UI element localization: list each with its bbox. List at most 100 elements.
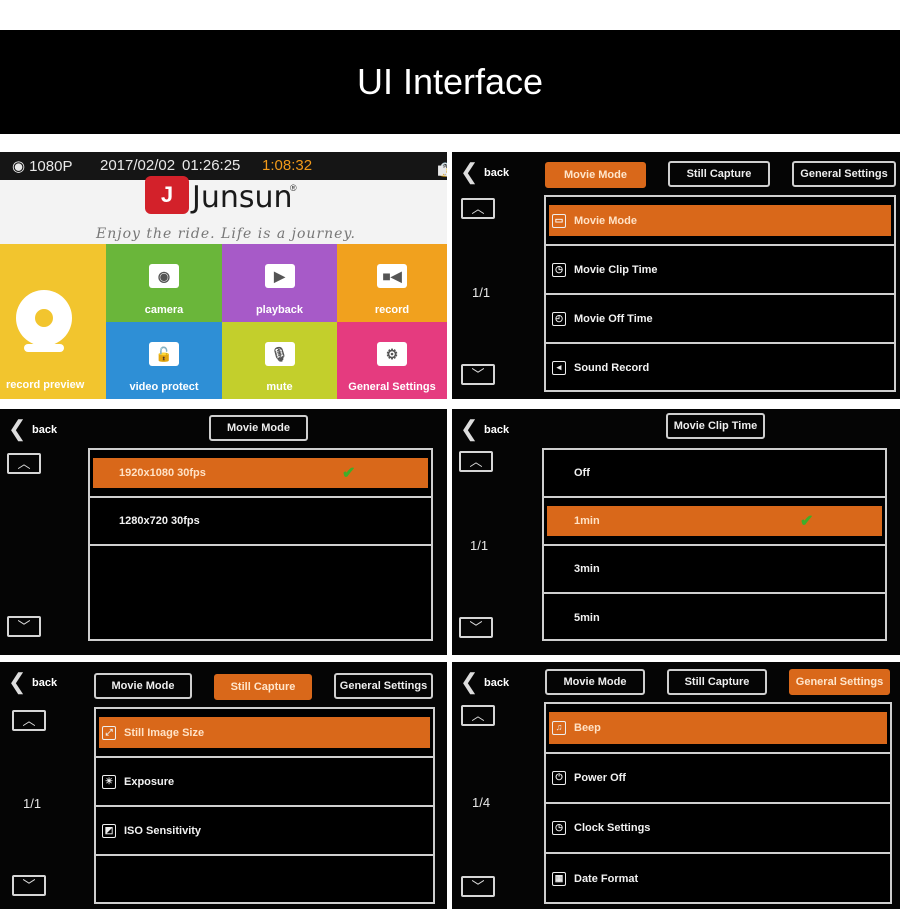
movie-mode-screen: ❮ back Movie Mode ︿ ﹀ 1920x1080 30fps ✔ 12… (0, 409, 447, 655)
movie-settings-screen: ❮ back Movie Mode Still Capture General S… (452, 152, 900, 399)
chevron-left-icon: ❮ (460, 416, 479, 441)
list-item-still-image-size[interactable]: ⤢ Still Image Size (96, 709, 433, 758)
list-item-movie-off-time[interactable]: ◴ Movie Off Time (546, 295, 894, 344)
exposure-icon: ☀ (102, 774, 116, 789)
camera-icon: ◉ (149, 264, 179, 288)
option-label: 3min (574, 563, 600, 575)
status-bar: 1080P 2017/02/02 01:26:25 1:08:32 🔓🎙▣▮ (0, 152, 447, 180)
tile-label: video protect (129, 381, 199, 393)
scroll-up-button[interactable]: ︿ (459, 451, 493, 472)
tile-camera[interactable]: ◉ camera (106, 244, 222, 322)
list-item-label: Exposure (124, 775, 175, 788)
movie-clip-time-screen: ❮ back Movie Clip Time ︿ 1/1 ﹀ Off 1min ✔ … (452, 409, 900, 655)
scroll-up-button[interactable]: ︿ (461, 705, 495, 726)
tab-movie-mode[interactable]: Movie Mode (545, 669, 645, 695)
option-label: Off (574, 467, 590, 479)
tab-movie-mode[interactable]: Movie Mode (94, 673, 192, 699)
checkmark-icon: ✔ (342, 465, 356, 482)
brand-name: Junsun (192, 180, 293, 215)
scroll-up-button[interactable]: ︿ (12, 710, 46, 731)
screen-title: Movie Clip Time (666, 413, 765, 439)
option-1min[interactable]: 1min ✔ (544, 498, 885, 546)
settings-list: ⤢ Still Image Size ☀ Exposure ◩ ISO Sensiti… (94, 707, 435, 904)
back-label: back (484, 424, 510, 436)
general-settings-screen: ❮ back Movie Mode Still Capture General S… (452, 662, 900, 909)
list-item-movie-mode[interactable]: ▭ Movie Mode (546, 197, 894, 246)
gear-icon: ⚙ (377, 342, 407, 366)
chevron-left-icon: ❮ (8, 416, 27, 441)
empty-row (90, 546, 431, 641)
tile-label: playback (255, 304, 304, 316)
option-list: 1920x1080 30fps ✔ 1280x720 30fps (88, 448, 433, 641)
speaker-icon: ◂ (552, 361, 566, 375)
status-time: 01:26:25 (182, 157, 241, 174)
list-item-beep[interactable]: ♫ Beep (546, 704, 890, 754)
scroll-down-button[interactable]: ﹀ (461, 876, 495, 897)
junsun-logo-icon: J (145, 176, 189, 214)
tile-label: General Settings (348, 381, 436, 393)
list-item-sound-record[interactable]: ◂ Sound Record (546, 344, 894, 392)
scroll-down-button[interactable]: ﹀ (461, 364, 495, 385)
list-item-power-off[interactable]: ⏻ Power Off (546, 754, 890, 804)
page-indicator: 1/1 (23, 796, 42, 811)
back-label: back (32, 424, 58, 436)
list-item-iso-sensitivity[interactable]: ◩ ISO Sensitivity (96, 807, 433, 856)
tab-still-capture[interactable]: Still Capture (214, 674, 312, 700)
recording-elapsed: 1:08:32 (262, 157, 313, 174)
tile-mute[interactable]: 🎙 mute (222, 322, 337, 399)
tab-general-settings[interactable]: General Settings (792, 161, 896, 187)
scroll-down-button[interactable]: ﹀ (459, 617, 493, 638)
option-3min[interactable]: 3min (544, 546, 885, 594)
list-item-label: ISO Sensitivity (124, 824, 202, 837)
list-item-label: Date Format (574, 873, 639, 885)
list-item-clock-settings[interactable]: ◷ Clock Settings (546, 804, 890, 854)
resolution-indicator: 1080P (12, 157, 72, 175)
webcam-lens-icon (31, 305, 57, 331)
back-label: back (484, 167, 510, 179)
option-off[interactable]: Off (544, 450, 885, 498)
option-5min[interactable]: 5min (544, 594, 885, 641)
scroll-up-button[interactable]: ︿ (461, 198, 495, 219)
tab-movie-mode[interactable]: Movie Mode (545, 162, 646, 188)
settings-list: ♫ Beep ⏻ Power Off ◷ Clock Settings ▦ Date F… (544, 702, 892, 904)
option-1280x720[interactable]: 1280x720 30fps (90, 498, 431, 546)
option-list: Off 1min ✔ 3min 5min (542, 448, 887, 641)
scroll-down-button[interactable]: ﹀ (12, 875, 46, 896)
chevron-left-icon: ❮ (460, 159, 479, 184)
tab-still-capture[interactable]: Still Capture (668, 161, 770, 187)
list-item-exposure[interactable]: ☀ Exposure (96, 758, 433, 807)
unlock-icon: 🔓 (149, 342, 179, 366)
list-item-movie-clip-time[interactable]: ◷ Movie Clip Time (546, 246, 894, 295)
tile-label: record preview (6, 379, 85, 391)
scroll-down-button[interactable]: ﹀ (7, 616, 41, 637)
option-label: 1280x720 30fps (119, 515, 200, 527)
tile-playback[interactable]: ▶ playback (222, 244, 337, 322)
tile-record[interactable]: ■◀ record (337, 244, 447, 322)
tile-video-protect[interactable]: 🔓 video protect (106, 322, 222, 399)
tile-record-preview[interactable]: record preview (0, 244, 106, 399)
tile-general-settings[interactable]: ⚙ General Settings (337, 322, 447, 399)
chevron-left-icon: ❮ (460, 669, 479, 694)
list-item-label: Movie Mode (574, 214, 637, 227)
tab-still-capture[interactable]: Still Capture (667, 669, 767, 695)
tile-label: camera (144, 304, 184, 316)
music-note-icon: ♫ (552, 721, 566, 735)
option-label: 5min (574, 611, 600, 624)
microphone-icon: 🎙 (264, 342, 295, 366)
battery-icon: ▮ (437, 162, 447, 177)
movie-icon: ▭ (552, 213, 566, 228)
list-item-label: Clock Settings (574, 822, 651, 834)
list-item-date-format[interactable]: ▦ Date Format (546, 854, 890, 904)
tab-general-settings[interactable]: General Settings (789, 669, 890, 695)
list-item-label: Power Off (574, 772, 626, 784)
tab-general-settings[interactable]: General Settings (334, 673, 433, 699)
banner-title: UI Interface (356, 61, 544, 102)
tile-label: record (374, 304, 410, 316)
scroll-up-button[interactable]: ︿ (7, 453, 41, 474)
power-icon: ⏻ (552, 771, 566, 785)
play-folder-icon: ▶ (264, 264, 295, 288)
tile-label: mute (266, 381, 293, 393)
list-item-label: Beep (574, 722, 601, 734)
status-date: 2017/02/02 (100, 157, 176, 174)
option-1920x1080[interactable]: 1920x1080 30fps ✔ (90, 450, 431, 498)
